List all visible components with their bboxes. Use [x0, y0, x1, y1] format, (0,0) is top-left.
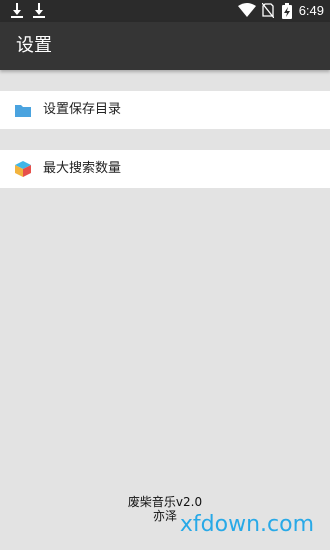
no-sim-icon: [262, 3, 274, 18]
folder-icon: [15, 105, 31, 117]
app-bar: 设置: [0, 22, 330, 70]
watermark: xfdown.com: [179, 512, 314, 537]
settings-item-label: 最大搜索数量: [43, 161, 122, 176]
settings-item-save-directory[interactable]: 设置保存目录: [0, 91, 330, 129]
page-title: 设置: [16, 35, 52, 56]
settings-item-max-search[interactable]: 最大搜索数量: [0, 150, 330, 188]
download-icon: [11, 3, 23, 18]
cube-icon: [15, 161, 31, 177]
app-name-version: 废柴音乐v2.0: [127, 495, 203, 509]
battery-charging-icon: [282, 3, 292, 19]
status-time: 6:49: [298, 3, 324, 18]
wifi-icon: [238, 3, 256, 17]
download-icon: [33, 3, 45, 18]
status-bar: 6:49: [0, 0, 330, 22]
settings-item-label: 设置保存目录: [43, 102, 122, 117]
